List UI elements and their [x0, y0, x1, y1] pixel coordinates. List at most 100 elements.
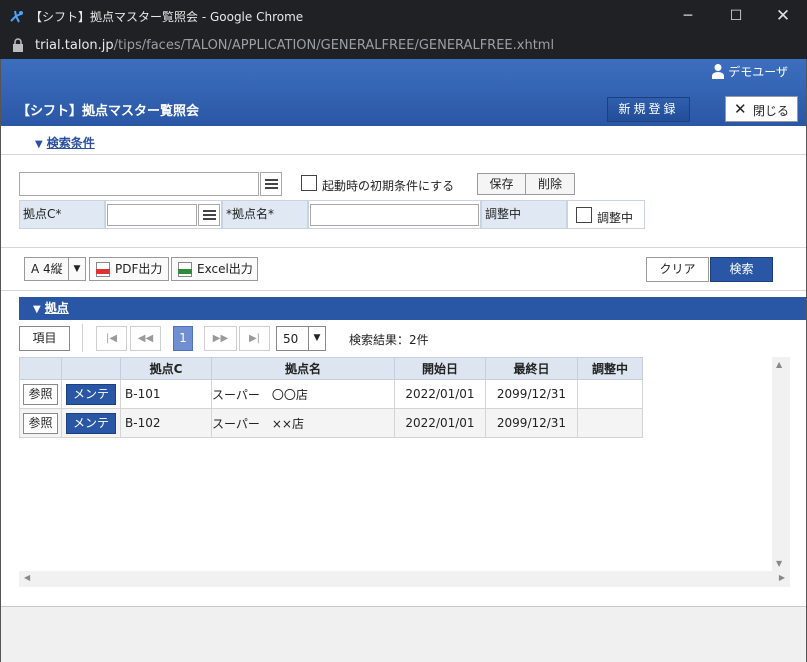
- base-section-header[interactable]: ▼ 拠点: [19, 297, 806, 320]
- paper-size-select[interactable]: A 4縦 ▼: [24, 257, 86, 281]
- base-code-cell: B-101: [120, 379, 212, 409]
- delete-condition-button[interactable]: 削除: [525, 173, 575, 195]
- saved-condition-input[interactable]: [19, 172, 259, 196]
- row-maint-cell: メンテ: [61, 379, 121, 409]
- reference-button[interactable]: 参照: [23, 383, 58, 405]
- table-row: 参照 メンテ B-102 スーパー ××店 2022/01/01 2099/12…: [19, 408, 643, 438]
- adjusting-cell: [577, 379, 643, 409]
- table-row: 参照 メンテ B-101 スーパー 〇〇店 2022/01/01 2099/12…: [19, 379, 643, 409]
- column-header: [19, 357, 62, 380]
- close-page-button[interactable]: ✕ 閉じる: [725, 96, 798, 122]
- collapse-triangle-icon: ▼: [33, 304, 41, 315]
- window-close-button[interactable]: ✕: [760, 0, 806, 32]
- base-name-input[interactable]: [310, 204, 479, 226]
- base-name-label: *拠点名*: [222, 200, 308, 229]
- clear-button[interactable]: クリア: [646, 257, 709, 282]
- divider: [1, 290, 806, 291]
- last-page-button[interactable]: ▶|: [239, 326, 270, 351]
- new-register-button[interactable]: 新規登録: [607, 97, 690, 122]
- scroll-down-icon[interactable]: ▼: [776, 559, 782, 568]
- base-code-list-button[interactable]: [198, 204, 220, 226]
- pdf-export-button[interactable]: PDF出力: [89, 257, 169, 281]
- column-items-button[interactable]: 項目: [19, 326, 70, 351]
- minimize-button[interactable]: ─: [665, 0, 711, 32]
- user-name: デモユーザ: [728, 65, 788, 79]
- divider: [1, 247, 806, 248]
- base-name-cell: スーパー ××店: [211, 408, 395, 438]
- url-text: trial.talon.jp/tips/faces/TALON/APPLICAT…: [35, 38, 554, 53]
- close-icon: ✕: [734, 100, 747, 118]
- maximize-button[interactable]: ☐: [713, 0, 759, 32]
- horizontal-scrollbar[interactable]: ◀ ▶: [19, 571, 790, 587]
- result-count: 検索結果：2件: [349, 333, 429, 347]
- column-header-start-date[interactable]: 開始日: [394, 357, 486, 380]
- address-bar[interactable]: trial.talon.jp/tips/faces/TALON/APPLICAT…: [0, 32, 807, 59]
- pdf-file-icon: [96, 262, 110, 277]
- collapse-triangle-icon: ▼: [35, 139, 43, 150]
- chevron-down-icon: ▼: [68, 258, 85, 280]
- divider: [1, 154, 806, 155]
- scroll-left-icon[interactable]: ◀: [24, 573, 30, 582]
- page-size-value: 50: [283, 332, 299, 346]
- startup-condition-label: 起動時の初期条件にする: [322, 179, 455, 193]
- search-conditions-toggle[interactable]: ▼ 検索条件: [35, 134, 95, 151]
- column-header-base-name[interactable]: 拠点名: [211, 357, 395, 380]
- adjusting-cell: [577, 408, 643, 438]
- end-date-cell: 2099/12/31: [485, 379, 578, 409]
- column-header: [61, 357, 121, 380]
- column-header-adjusting[interactable]: 調整中: [577, 357, 643, 380]
- page-size-select[interactable]: 50 ▼: [276, 326, 326, 351]
- browser-title-bar: 【シフト】拠点マスター覧照会 - Google Chrome ─ ☐ ✕: [0, 0, 807, 32]
- user-icon: [712, 64, 725, 79]
- page-footer: [1, 606, 806, 662]
- first-page-button[interactable]: |◀: [96, 326, 127, 351]
- base-code-label: 拠点C*: [19, 200, 105, 229]
- save-condition-button[interactable]: 保存: [477, 173, 526, 195]
- search-button[interactable]: 検索: [710, 257, 773, 282]
- base-code-cell: B-102: [120, 408, 212, 438]
- chevron-down-icon: ▼: [308, 327, 325, 350]
- row-ref-cell: 参照: [19, 408, 62, 438]
- excel-export-label: Excel出力: [197, 262, 253, 276]
- results-grid: 拠点C 拠点名 開始日 最終日 調整中 参照 メンテ B-101 スーパー 〇〇…: [19, 357, 790, 588]
- page-title: 【シフト】拠点マスター覧照会: [17, 104, 200, 119]
- excel-file-icon: [178, 262, 192, 277]
- paper-size-value: A 4縦: [31, 262, 63, 276]
- user-menu[interactable]: デモユーザ: [711, 63, 788, 80]
- adjusting-label: 調整中: [481, 200, 567, 229]
- excel-export-button[interactable]: Excel出力: [171, 257, 258, 281]
- results-table: 拠点C 拠点名 開始日 最終日 調整中 参照 メンテ B-101 スーパー 〇〇…: [19, 357, 643, 438]
- reference-button[interactable]: 参照: [23, 412, 58, 434]
- base-name-cell: スーパー 〇〇店: [211, 379, 395, 409]
- app-logo-icon: [10, 10, 23, 23]
- base-code-input[interactable]: [107, 204, 197, 226]
- maintenance-button[interactable]: メンテ: [65, 383, 116, 405]
- previous-page-button[interactable]: ◀◀: [130, 326, 161, 351]
- row-maint-cell: メンテ: [61, 408, 121, 438]
- adjusting-checkbox[interactable]: [576, 207, 592, 223]
- section-title: 拠点: [44, 301, 69, 315]
- vertical-scrollbar[interactable]: ▲ ▼: [772, 357, 790, 571]
- pdf-export-label: PDF出力: [115, 262, 163, 276]
- window-title: 【シフト】拠点マスター覧照会 - Google Chrome: [30, 10, 304, 24]
- url-host: trial.talon.jp: [35, 38, 114, 53]
- url-path: /tips/faces/TALON/APPLICATION/GENERALFRE…: [113, 38, 555, 53]
- condition-list-button[interactable]: [260, 172, 282, 196]
- search-conditions-label: 検索条件: [46, 136, 95, 150]
- startup-condition-checkbox[interactable]: [301, 175, 317, 191]
- end-date-cell: 2099/12/31: [485, 408, 578, 438]
- lock-icon: [13, 38, 23, 52]
- scroll-up-icon[interactable]: ▲: [776, 360, 782, 369]
- current-page-button[interactable]: 1: [173, 326, 193, 351]
- column-header-end-date[interactable]: 最終日: [485, 357, 578, 380]
- start-date-cell: 2022/01/01: [394, 379, 486, 409]
- start-date-cell: 2022/01/01: [394, 408, 486, 438]
- next-page-button[interactable]: ▶▶: [204, 326, 237, 351]
- divider: [82, 324, 83, 352]
- row-ref-cell: 参照: [19, 379, 62, 409]
- main-content: ▼ 検索条件 起動時の初期条件にする 保存 削除 拠点C* *拠点名* 調整中 調…: [1, 126, 806, 606]
- column-header-base-code[interactable]: 拠点C: [120, 357, 212, 380]
- table-header-row: 拠点C 拠点名 開始日 最終日 調整中: [19, 357, 643, 380]
- maintenance-button[interactable]: メンテ: [65, 412, 116, 434]
- scroll-right-icon[interactable]: ▶: [779, 573, 785, 582]
